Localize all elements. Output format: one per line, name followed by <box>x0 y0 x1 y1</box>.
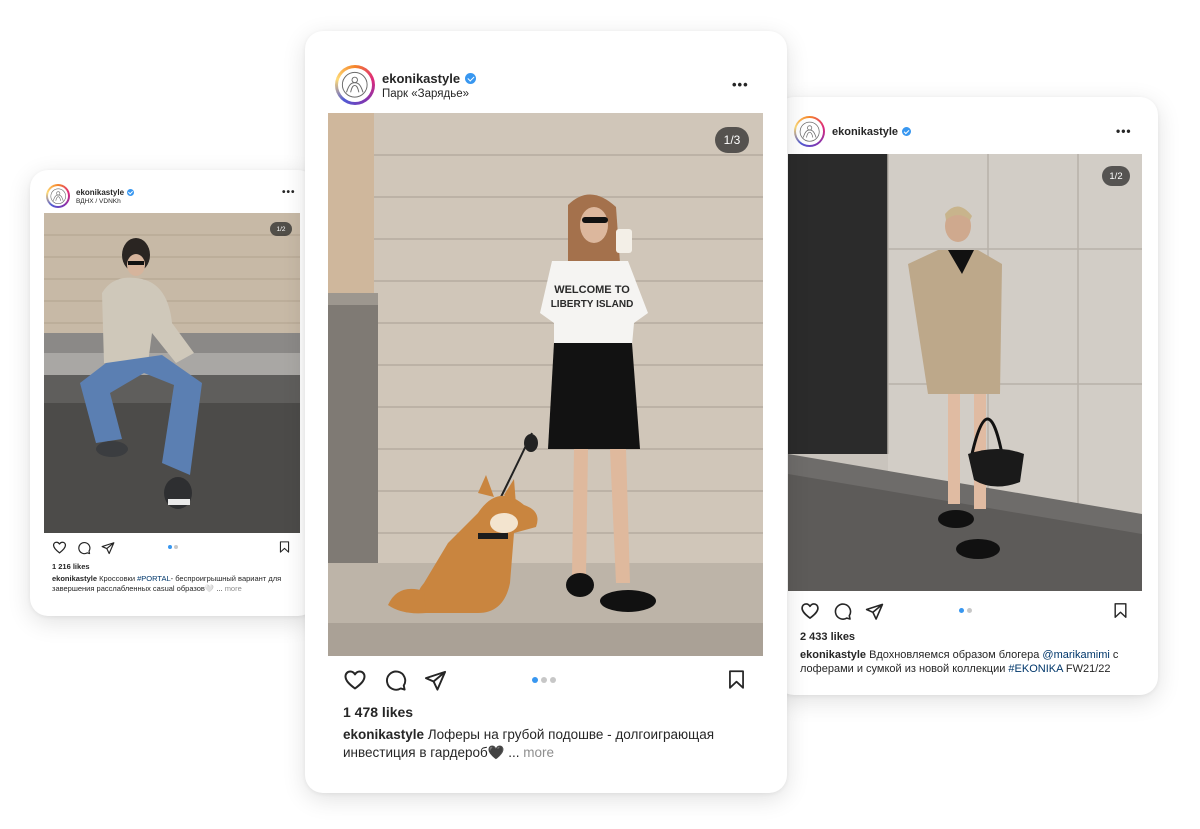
share-icon[interactable] <box>101 541 115 555</box>
ekonika-logo-icon <box>50 188 67 205</box>
likes-count[interactable]: 2 433 likes <box>800 631 855 643</box>
post-photo[interactable]: 1/2 <box>788 154 1142 591</box>
photo-image <box>44 213 300 533</box>
carousel-dot <box>174 545 178 549</box>
carousel-dot <box>959 608 964 613</box>
carousel-indicator <box>168 545 178 549</box>
post-header: ekonikastyle <box>794 116 912 147</box>
avatar[interactable] <box>46 184 70 208</box>
avatar[interactable] <box>335 65 375 105</box>
carousel-dot <box>550 677 556 683</box>
username[interactable]: ekonikastyle <box>832 126 898 138</box>
comment-icon[interactable] <box>384 669 407 692</box>
caption: ekonikastyle Кроссовки #PORTAL- беспроиг… <box>52 574 298 594</box>
action-bar <box>52 540 115 555</box>
caption-username[interactable]: ekonikastyle <box>52 574 97 583</box>
likes-count[interactable]: 1 478 likes <box>343 704 413 720</box>
carousel-indicator <box>959 608 972 613</box>
caption: ekonikastyle Вдохновляемся образом блоге… <box>800 648 1140 677</box>
post-card-right: ekonikastyle ••• 1/2 2 433 likes ekonika… <box>776 97 1158 695</box>
location[interactable]: Парк «Зарядье» <box>382 88 476 100</box>
post-photo[interactable]: 1/2 <box>44 213 300 533</box>
shirt-print: LIBERTY ISLAND <box>551 299 634 310</box>
avatar[interactable] <box>794 116 825 147</box>
hashtag-link[interactable]: #PORTAL <box>137 574 171 583</box>
comment-icon[interactable] <box>833 602 852 621</box>
comment-icon[interactable] <box>77 541 91 555</box>
post-card-left: ekonikastyle ВДНХ / VDNKh ••• 1/2 1 216 … <box>30 170 316 616</box>
more-link[interactable]: more <box>225 584 242 593</box>
more-icon[interactable]: ••• <box>1116 125 1132 137</box>
carousel-indicator <box>532 677 556 683</box>
hashtag-link[interactable]: #EKONIKA <box>1008 663 1062 675</box>
bookmark-icon[interactable] <box>726 668 747 691</box>
shirt-print: WELCOME TO <box>554 284 630 296</box>
slide-counter: 1/2 <box>270 222 292 236</box>
slide-counter: 1/3 <box>715 127 749 153</box>
ekonika-logo-icon <box>341 71 369 99</box>
username[interactable]: ekonikastyle <box>76 188 124 197</box>
slide-counter: 1/2 <box>1102 166 1130 186</box>
bookmark-icon[interactable] <box>1112 601 1129 620</box>
carousel-dot <box>541 677 547 683</box>
caption-username[interactable]: ekonikastyle <box>343 727 424 742</box>
carousel-dot <box>532 677 538 683</box>
verified-icon <box>127 188 135 196</box>
verified-icon <box>465 72 477 84</box>
post-header: ekonikastyle ВДНХ / VDNKh <box>46 184 135 208</box>
bookmark-icon[interactable] <box>278 540 291 554</box>
caption-text: Кроссовки <box>97 574 138 583</box>
mention-link[interactable]: @marikamimi <box>1042 649 1109 661</box>
action-bar <box>343 668 447 692</box>
action-bar <box>800 601 884 621</box>
more-icon[interactable]: ••• <box>732 78 749 91</box>
caption-text: Вдохновляемся образом блогера <box>866 649 1043 661</box>
photo-image <box>788 154 1142 591</box>
caption: ekonikastyle Лоферы на грубой подошве - … <box>343 726 763 761</box>
username[interactable]: ekonikastyle <box>382 71 460 86</box>
share-icon[interactable] <box>424 669 447 692</box>
caption-text: FW21/22 <box>1062 663 1111 676</box>
ekonika-logo-icon <box>799 121 820 142</box>
post-photo[interactable]: WELCOME TO LIBERTY ISLAND 1/3 <box>328 113 763 656</box>
likes-count[interactable]: 1 216 likes <box>52 562 90 571</box>
heart-icon[interactable] <box>343 668 367 692</box>
share-icon[interactable] <box>865 602 884 621</box>
heart-icon[interactable] <box>800 601 820 621</box>
more-link[interactable]: more <box>523 745 554 760</box>
carousel-dot <box>967 608 972 613</box>
photo-image: WELCOME TO LIBERTY ISLAND <box>328 113 763 656</box>
more-icon[interactable]: ••• <box>282 188 296 198</box>
post-card-center: ekonikastyle Парк «Зарядье» ••• WELCOME … <box>305 31 787 793</box>
caption-username[interactable]: ekonikastyle <box>800 649 866 661</box>
location[interactable]: ВДНХ / VDNKh <box>76 198 134 205</box>
carousel-dot <box>168 545 172 549</box>
heart-icon[interactable] <box>52 540 67 555</box>
verified-icon <box>902 127 912 136</box>
post-header: ekonikastyle Парк «Зарядье» <box>335 65 477 105</box>
